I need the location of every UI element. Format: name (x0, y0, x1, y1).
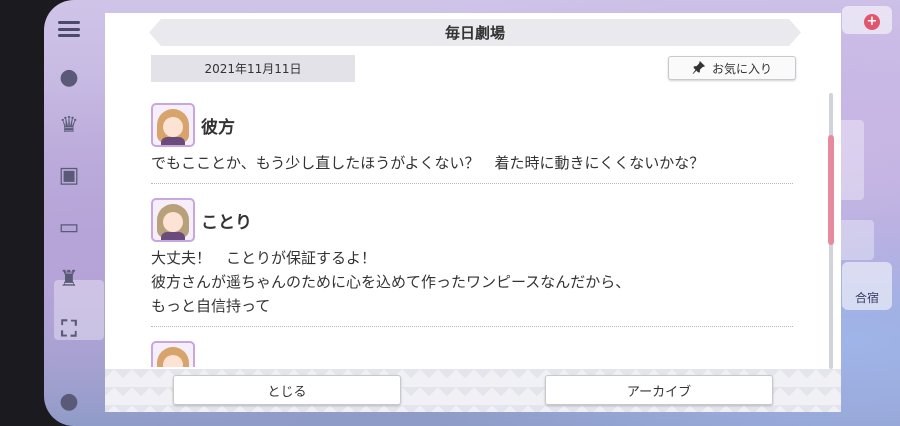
monitor-icon: ▭ (58, 214, 80, 240)
speaker-name: 彼方 (201, 117, 235, 138)
expand-icon: ⛶ (61, 316, 77, 342)
fullscreen-button[interactable]: ⛶ (52, 314, 86, 344)
hamburger-icon (58, 21, 80, 37)
archive-button[interactable]: アーカイブ (545, 375, 773, 405)
camp-label: 合宿 (854, 291, 879, 305)
avatar-face (163, 117, 183, 137)
favorite-label: お気に入り (711, 61, 772, 76)
daily-theater-dialog: 毎日劇場 2021年11月11日 お気に入り 彼方 でもこことか、もう少し直した… (105, 13, 841, 412)
avatar (151, 103, 195, 147)
person-icon: ● (59, 388, 79, 414)
profile-button[interactable]: ● (52, 386, 86, 416)
dialogue-entry: 彼方 でもこことか、もう少し直したほうがよくない？ 着た時に動きにくくないかな？ (151, 101, 793, 184)
avatar-face (163, 212, 183, 232)
gift-button[interactable]: ▣ (52, 160, 86, 190)
dialogue-entry: ことり 大丈夫！ ことりが保証するよ！ 彼方さんが遥ちゃんのために心を込めて作っ… (151, 196, 793, 327)
close-button[interactable]: とじる (173, 375, 401, 405)
menu-button[interactable] (52, 14, 86, 44)
speaker-row: ことり (151, 196, 793, 244)
dialog-title: 毎日劇場 (149, 19, 801, 46)
pin-icon (692, 61, 706, 75)
tv-button[interactable]: ▭ (52, 212, 86, 242)
chat-bubble-icon: ● (59, 64, 79, 90)
trophy-button[interactable]: ♛ (52, 110, 86, 140)
speaker-name: ことり (201, 212, 252, 233)
dialogue-entry-partial (151, 339, 793, 367)
scrollbar-thumb[interactable] (828, 135, 834, 245)
speaker-row: 彼方 (151, 101, 793, 149)
date-label: 2021年11月11日 (151, 55, 355, 82)
avatar-body (161, 232, 185, 240)
dialogue-log[interactable]: 彼方 でもこことか、もう少し直したほうがよくない？ 着た時に動きにくくないかな？… (151, 101, 793, 367)
dialogue-line: 大丈夫！ ことりが保証するよ！ (151, 249, 377, 267)
avatar-body (161, 137, 185, 145)
cup-icon: ♜ (59, 266, 79, 292)
dialogue-line: でもこことか、もう少し直したほうがよくない？ 着た時に動きにくくないかな？ (151, 154, 705, 172)
chat-button[interactable]: ● (52, 62, 86, 92)
top-right-button[interactable]: + (842, 6, 892, 34)
favorite-button[interactable]: お気に入り (668, 56, 796, 80)
camp-button[interactable]: 合宿 (842, 262, 892, 310)
speaker-row (151, 339, 793, 367)
avatar (151, 341, 195, 367)
dialogue-line: もっと自信持って (151, 297, 271, 315)
gift-icon: ▣ (58, 162, 80, 188)
plus-badge-icon: + (864, 14, 880, 30)
trophy-icon: ♛ (59, 112, 79, 138)
dialogue-line: 彼方さんが遥ちゃんのために心を込めて作ったワンピースなんだから、 (151, 273, 631, 291)
cup-button[interactable]: ♜ (52, 264, 86, 294)
avatar (151, 198, 195, 242)
